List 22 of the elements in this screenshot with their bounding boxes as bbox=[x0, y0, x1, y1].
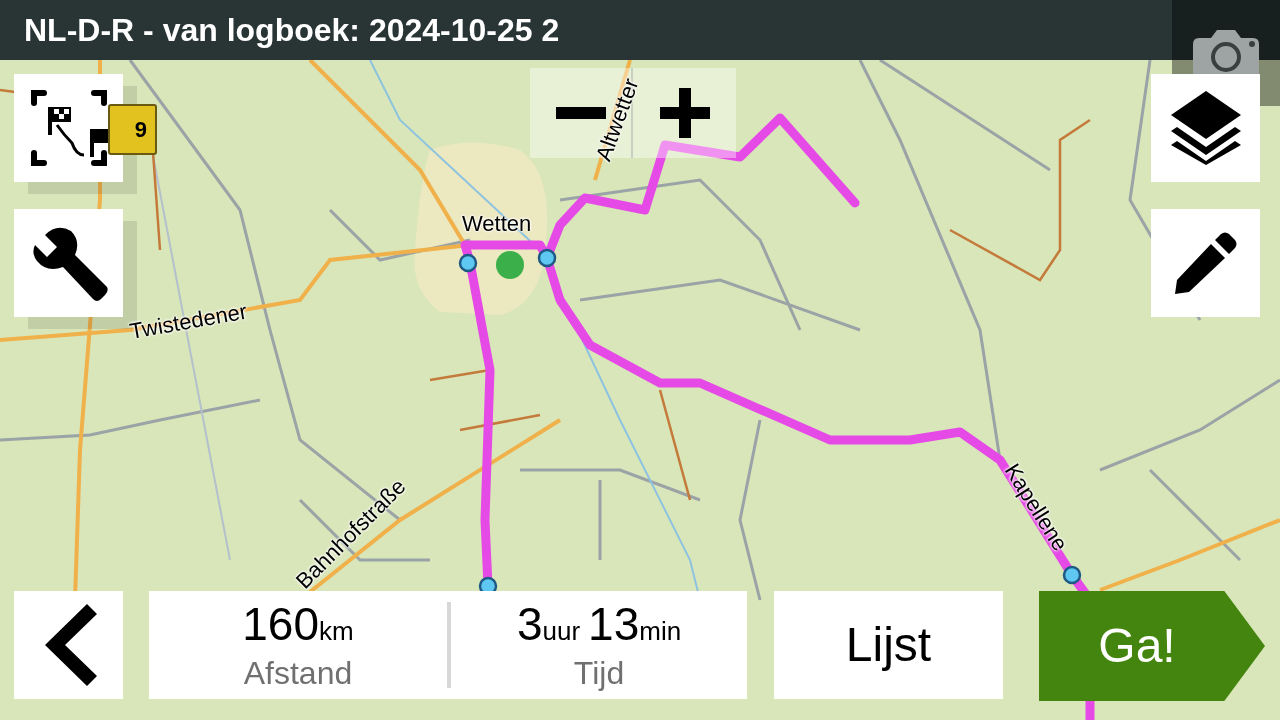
stat-value: 3 bbox=[516, 601, 543, 647]
stat-value: 13 bbox=[588, 601, 640, 647]
street-label: Twistedener bbox=[127, 297, 250, 346]
edit-button[interactable] bbox=[1151, 209, 1260, 317]
road-number-sign: 9 bbox=[108, 104, 157, 155]
pencil-icon bbox=[1174, 232, 1237, 294]
back-button[interactable] bbox=[14, 591, 123, 699]
stat-unit: km bbox=[319, 618, 354, 644]
layers-button[interactable] bbox=[1151, 74, 1260, 182]
go-button[interactable]: Ga! bbox=[1039, 591, 1265, 701]
place-label: Wetten bbox=[462, 210, 532, 238]
plus-icon bbox=[659, 88, 710, 138]
route-overview-button[interactable] bbox=[14, 74, 123, 182]
settings-button[interactable] bbox=[14, 209, 123, 317]
stat-label: Tijd bbox=[573, 657, 625, 689]
list-button[interactable]: Lijst bbox=[774, 591, 1003, 699]
stat-label: Afstand bbox=[243, 657, 353, 689]
stat-unit: min bbox=[639, 618, 682, 644]
stat-unit: uur bbox=[542, 618, 581, 644]
layers-icon bbox=[1170, 91, 1241, 165]
stat-value: 160 bbox=[242, 601, 320, 647]
route-title: NL-D-R - van logboek: 2024-10-25 2 bbox=[24, 11, 560, 50]
